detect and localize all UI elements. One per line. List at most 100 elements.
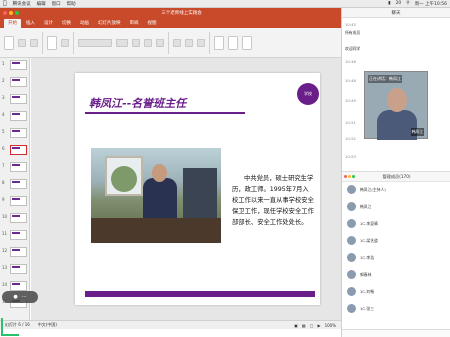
tab-design[interactable]: 设计 [40,19,57,28]
slide-body-text[interactable]: 中共党员，硕士研究生学历，政工师。1995年7月入校工作以来一直从事学校安全保卫… [232,173,314,228]
slide-thumbnail[interactable] [10,128,27,138]
thumb-title-bar [12,198,20,200]
cut-button[interactable] [18,38,26,47]
normal-view-icon[interactable]: ▣ [294,323,298,328]
tab-home[interactable]: 开始 [4,19,21,28]
search-icon[interactable]: ⚲ [406,1,409,6]
chat-input[interactable] [342,329,450,337]
thumb-title-bar [12,113,20,115]
member-item[interactable]: 1C-刘畅 [347,287,374,296]
menu-item-app[interactable]: 腾讯会议 [13,1,31,7]
new-slide-button[interactable] [47,35,57,50]
zoom-button[interactable] [15,11,19,15]
sorter-view-icon[interactable]: ▦ [302,323,306,328]
member-item[interactable]: 1C-李浩 [347,253,374,262]
slide-thumbnail[interactable] [10,60,27,70]
slide-thumbnail[interactable] [10,162,27,172]
clock: 周一 上午10:56 [414,1,447,7]
shapes-button[interactable] [214,35,224,50]
tab-insert[interactable]: 插入 [22,19,39,28]
avatar [347,253,356,262]
zoom-button[interactable] [352,175,355,178]
slide-thumbnail[interactable] [10,94,27,104]
slide-title[interactable]: 韩凤江--名誉班主任 [89,95,186,111]
slide-editor[interactable]: 韩凤江--名誉班主任 学校 中共党员，硕士研究生学历，政工师。1995年7月入校… [31,58,341,320]
slide-thumbnail[interactable] [10,213,27,223]
member-item[interactable]: 韩凤江 [347,202,371,211]
speaking-label: 正在讲话：韩凤江 [368,75,402,83]
slide-thumbnail[interactable] [10,230,27,240]
member-item[interactable]: 1C-李夏晴 [347,219,378,228]
tab-animations[interactable]: 动画 [76,19,93,28]
member-name: 1C-梁艺道 [360,237,378,243]
member-item[interactable]: 郭春林 [347,270,371,279]
slide-thumbnail[interactable] [10,247,27,257]
member-item[interactable]: 韩凤江(主持人) [347,185,386,194]
menu-item-window[interactable]: 窗口 [52,1,61,7]
bullets-button[interactable] [197,38,205,47]
zoom-level[interactable]: 100% [325,323,336,328]
speaker-name: 韩凤江 [410,128,424,136]
portrait-photo[interactable] [91,148,221,243]
slide-thumbnail[interactable] [10,264,27,274]
apple-icon[interactable]:  [3,0,7,7]
chat-header: 聊天 [342,8,450,18]
quick-styles-button[interactable] [242,35,252,50]
slide-thumbnail-selected[interactable] [10,145,27,155]
current-slide[interactable]: 韩凤江--名誉班主任 学校 中共党员，硕士研究生学历，政工师。1995年7月入校… [75,73,320,305]
divider [209,31,210,54]
layout-button[interactable] [61,38,69,47]
member-list-panel: 管理成员(170) 韩凤江(主持人) 韩凤江 1C-李夏晴 1C-梁艺道 1C-… [342,171,450,337]
tab-transitions[interactable]: 切换 [58,19,75,28]
divider [73,31,74,54]
menu-item-edit[interactable]: 编辑 [37,1,46,7]
arrange-button[interactable] [228,35,238,50]
underline-button[interactable] [156,38,164,47]
avatar [347,270,356,279]
logo-text: 学校 [304,91,312,96]
paste-button[interactable] [4,35,14,50]
slide-bottom-bar [85,291,315,297]
window-controls [3,11,19,15]
tab-review[interactable]: 审阅 [126,19,143,28]
italic-button[interactable] [144,38,152,47]
window-title: 三个老师线上实践会 [161,11,202,16]
align-center-button[interactable] [185,38,193,47]
avatar [347,185,356,194]
slide-thumbnail[interactable] [10,281,27,291]
menu-item-help[interactable]: 帮助 [67,1,76,7]
chat-title: 聊天 [391,10,401,16]
tab-view[interactable]: 视图 [144,19,161,28]
status-bar: 幻灯片 6 / 16 中文(中国) ▣ ▦ ▢ ▶ 100% [0,320,341,329]
slide-thumbnail[interactable] [10,111,27,121]
slideshow-icon[interactable]: ▶ [317,323,320,328]
thumb-title-bar [12,79,20,81]
more-icon[interactable]: ⋯ [22,294,27,300]
slide-thumbnail[interactable] [10,179,27,189]
minimize-button[interactable] [348,175,351,178]
minimize-button[interactable] [9,11,13,15]
close-button[interactable] [3,11,7,15]
align-left-button[interactable] [173,38,181,47]
school-logo: 学校 [297,83,319,105]
thumb-title-bar [12,232,20,234]
member-item[interactable]: 1C-梁艺道 [347,236,378,245]
thumb-title-bar [12,181,20,183]
reading-view-icon[interactable]: ▢ [310,323,314,328]
slide-thumbnail[interactable] [10,196,27,206]
floating-meeting-toolbar[interactable]: ● ⋯ [2,291,38,303]
bold-button[interactable] [132,38,140,47]
copy-button[interactable] [30,38,38,47]
mic-icon[interactable]: ● [13,294,17,300]
slide-number: 13 [2,265,8,270]
slide-thumbnail[interactable] [10,77,27,87]
close-button[interactable] [344,175,347,178]
member-item[interactable]: 1C-张三 [347,304,374,313]
tab-slideshow[interactable]: 幻灯片放映 [94,19,125,28]
chat-message: 10:49 [345,98,356,103]
font-size-select[interactable] [116,38,128,47]
slide-thumbnail-pane[interactable]: 1 2 3 4 5 6 7 8 9 10 11 12 13 14 15 [0,58,30,320]
speaker-video[interactable]: 正在讲话：韩凤江 韩凤江 [364,71,428,140]
ribbon-toolbar [0,28,341,58]
font-select[interactable] [78,38,112,47]
